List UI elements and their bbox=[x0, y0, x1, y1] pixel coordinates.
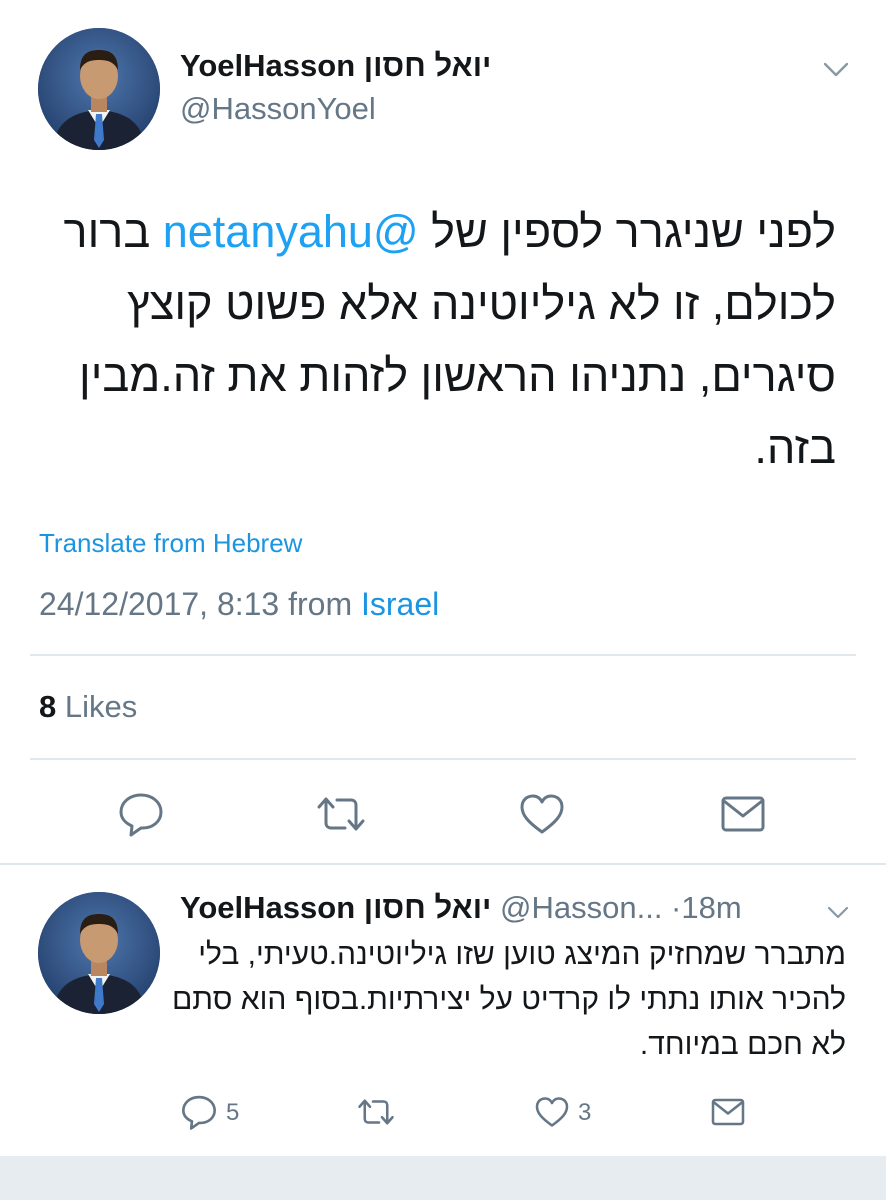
profile-photo-icon bbox=[38, 892, 160, 1014]
likes-stat[interactable]: 8 Likes bbox=[39, 689, 137, 725]
divider bbox=[0, 863, 886, 865]
chevron-down-icon[interactable] bbox=[820, 56, 852, 82]
direct-message-icon[interactable] bbox=[709, 1097, 747, 1127]
timestamp-text: 24/12/2017, 8:13 from bbox=[39, 586, 361, 622]
mention-link[interactable]: @netanyahu bbox=[163, 206, 419, 257]
avatar[interactable] bbox=[38, 892, 160, 1014]
reply-header: YoelHasson יואל חסון @Hasson... ·18m bbox=[180, 890, 870, 926]
timeline-separator bbox=[0, 1156, 886, 1200]
tweet-text: לפני שניגרר לספין של @netanyahu ברור לכו… bbox=[38, 196, 836, 484]
retweet-icon[interactable] bbox=[355, 1096, 397, 1128]
reply-icon[interactable] bbox=[117, 791, 165, 837]
divider bbox=[30, 654, 856, 656]
tweet-text: מתברר שמחזיק המיצג טוען שזו גיליוטינה.טע… bbox=[171, 938, 846, 1061]
timestamp: 24/12/2017, 8:13 from Israel bbox=[39, 586, 439, 623]
likes-count: 8 bbox=[39, 689, 57, 724]
display-name[interactable]: YoelHasson יואל חסון bbox=[180, 890, 491, 925]
user-handle[interactable]: @HassonYoel bbox=[180, 91, 376, 127]
relative-time[interactable]: ·18m bbox=[662, 890, 742, 925]
divider bbox=[30, 758, 856, 760]
reply-icon[interactable] bbox=[180, 1094, 218, 1130]
translate-link[interactable]: Translate from Hebrew bbox=[39, 528, 302, 559]
chevron-down-icon[interactable] bbox=[824, 901, 852, 923]
like-icon[interactable] bbox=[534, 1095, 570, 1129]
tweet-text-part: לפני שניגרר לספין של bbox=[418, 206, 836, 257]
retweet-icon[interactable] bbox=[313, 793, 369, 835]
direct-message-icon[interactable] bbox=[719, 794, 767, 834]
location-link[interactable]: Israel bbox=[361, 586, 439, 622]
reply-count: 5 bbox=[226, 1099, 240, 1126]
profile-photo-icon bbox=[38, 28, 160, 150]
user-handle[interactable]: @Hasson... bbox=[491, 890, 662, 925]
like-icon[interactable] bbox=[518, 792, 566, 836]
likes-label: Likes bbox=[56, 689, 138, 724]
avatar[interactable] bbox=[38, 28, 160, 150]
display-name[interactable]: YoelHasson יואל חסון bbox=[180, 48, 491, 84]
like-count: 3 bbox=[578, 1099, 592, 1126]
